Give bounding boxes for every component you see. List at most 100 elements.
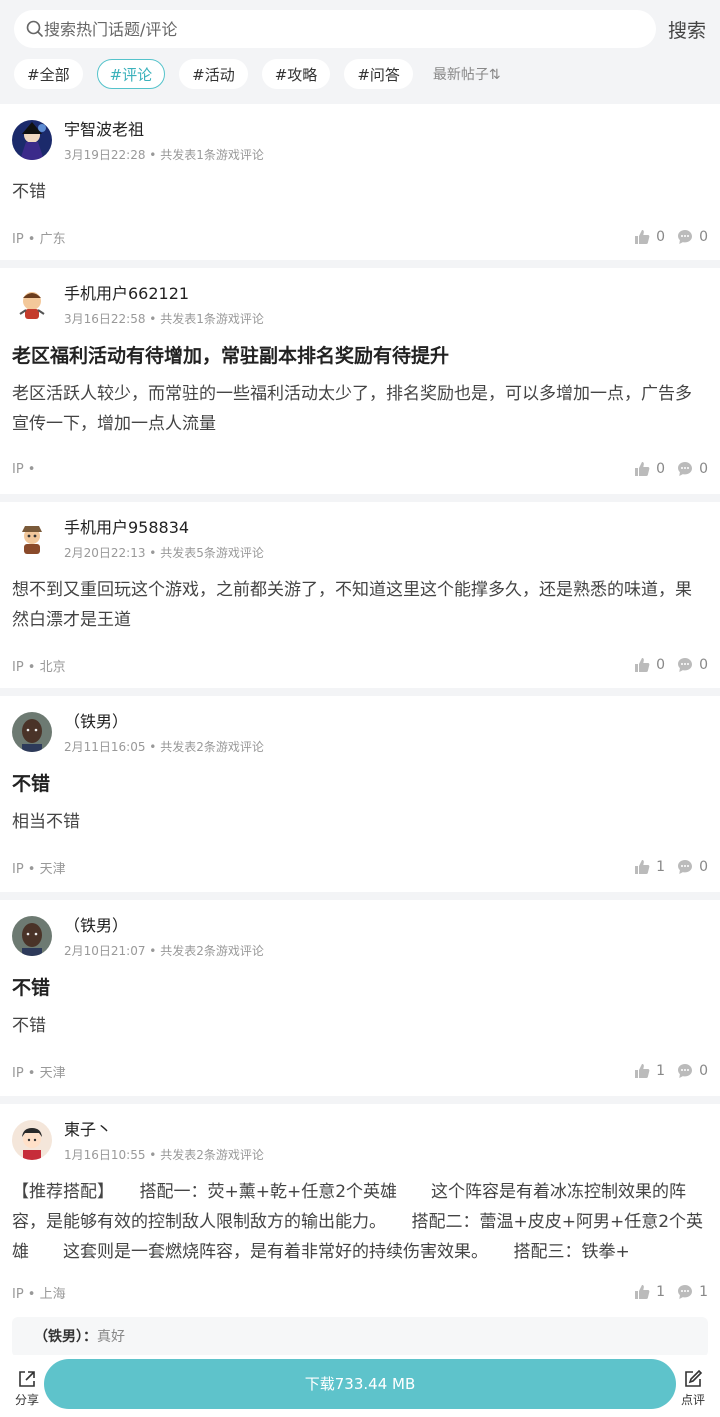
post-meta: 3月16日22:58 • 共发表1条游戏评论 <box>64 312 264 326</box>
photo-avatar-icon <box>12 712 52 752</box>
post-title: 不错 <box>12 977 51 999</box>
search-button[interactable]: 搜索 <box>668 16 706 43</box>
tag-all[interactable]: #全部 <box>14 59 83 89</box>
post-body: 不错 <box>12 1016 46 1036</box>
comment-button[interactable]: 0 <box>677 657 708 673</box>
tag-guide[interactable]: #攻略 <box>261 59 331 89</box>
comment-icon <box>678 1064 693 1078</box>
comment-icon <box>678 230 693 244</box>
comment-count: 0 <box>699 657 708 673</box>
search-box[interactable] <box>14 10 656 48</box>
like-button[interactable]: 0 <box>634 461 665 477</box>
like-button[interactable]: 1 <box>634 1284 665 1300</box>
username[interactable]: 宇智波老祖 <box>64 120 264 140</box>
post-body: 不错 <box>12 182 46 202</box>
thumbs-up-icon <box>635 860 650 874</box>
post-card[interactable]: 手机用户958834 2月20日22:13 • 共发表5条游戏评论 想不到又重回… <box>0 502 720 688</box>
like-count: 0 <box>656 229 666 245</box>
post-card[interactable]: （铁男） 2月10日21:07 • 共发表2条游戏评论 不错 不错 IP • 天… <box>0 900 720 1096</box>
tag-event[interactable]: #活动 <box>179 59 248 89</box>
thumbs-up-icon <box>635 230 650 244</box>
like-button[interactable]: 1 <box>634 1063 665 1079</box>
comment-button[interactable]: 0 <box>677 1063 708 1079</box>
post-card[interactable]: 手机用户662121 3月16日22:58 • 共发表1条游戏评论 老区福利活动… <box>0 268 720 494</box>
user-row: （铁男） 2月11日16:05 • 共发表2条游戏评论 <box>12 696 708 755</box>
share-icon <box>19 1371 35 1387</box>
sort-dropdown[interactable]: 最新帖子⇅ <box>433 64 501 84</box>
like-count: 1 <box>656 1284 666 1300</box>
like-button[interactable]: 0 <box>634 657 665 673</box>
comment-count: 0 <box>699 1063 708 1079</box>
thumbs-up-icon <box>635 658 650 672</box>
avatar[interactable] <box>12 120 52 160</box>
user-row: （铁男） 2月10日21:07 • 共发表2条游戏评论 <box>12 900 708 959</box>
post-footer: IP • 天津 1 0 <box>12 837 708 897</box>
like-button[interactable]: 1 <box>634 859 665 875</box>
cartoon-boy-avatar-icon <box>12 1120 52 1160</box>
ip-location: IP • 天津 <box>12 1065 66 1081</box>
post-title: 老区福利活动有待增加，常驻副本排名奖励有待提升 <box>12 345 450 367</box>
post-card[interactable]: 東子丶 1月16日10:55 • 共发表2条游戏评论 【推荐搭配】 搭配一：荧+… <box>0 1104 720 1364</box>
avatar[interactable] <box>12 916 52 956</box>
edit-icon <box>685 1369 703 1387</box>
like-count: 1 <box>656 1063 666 1079</box>
username[interactable]: 東子丶 <box>64 1120 264 1140</box>
tag-qa[interactable]: #问答 <box>344 59 413 89</box>
ip-location: IP • 天津 <box>12 861 66 877</box>
avatar[interactable] <box>12 712 52 752</box>
username[interactable]: 手机用户662121 <box>64 284 264 304</box>
post-meta: 3月19日22:28 • 共发表1条游戏评论 <box>64 148 264 162</box>
ip-location: IP • 广东 <box>12 231 66 247</box>
anime-avatar-icon <box>12 120 52 160</box>
post-card[interactable]: （铁男） 2月11日16:05 • 共发表2条游戏评论 不错 相当不错 IP •… <box>0 696 720 892</box>
ip-location: IP • 上海 <box>12 1286 66 1302</box>
share-label: 分享 <box>14 1393 39 1407</box>
comment-button[interactable]: 1 <box>677 1284 708 1300</box>
post-body: 【推荐搭配】 搭配一：荧+薰+乾+任意2个英雄 这个阵容是有着冰冻控制效果的阵容… <box>12 1182 704 1262</box>
comment-icon <box>678 860 693 874</box>
post-body: 相当不错 <box>12 812 80 832</box>
comment-icon <box>678 462 693 476</box>
username[interactable]: （铁男） <box>64 916 264 936</box>
comment-count: 0 <box>699 229 708 245</box>
download-button[interactable]: 下载733.44 MB <box>44 1359 676 1409</box>
like-count: 0 <box>656 461 666 477</box>
comment-button[interactable]: 0 <box>677 229 708 245</box>
avatar[interactable] <box>12 518 52 558</box>
post-meta: 2月10日21:07 • 共发表2条游戏评论 <box>64 944 264 958</box>
share-button[interactable]: 分享 <box>7 1369 47 1408</box>
comment-button[interactable]: 0 <box>677 859 708 875</box>
like-button[interactable]: 0 <box>634 229 665 245</box>
post-footer: IP • 广东 0 0 <box>12 207 708 267</box>
review-button[interactable]: 点评 <box>673 1369 713 1408</box>
review-label: 点评 <box>680 1393 705 1407</box>
post-card[interactable]: 宇智波老祖 3月19日22:28 • 共发表1条游戏评论 不错 IP • 广东 … <box>0 104 720 260</box>
post-footer: IP • 上海 1 1 <box>12 1267 708 1317</box>
post-title: 不错 <box>12 773 51 795</box>
ip-location: IP • 北京 <box>12 659 66 675</box>
search-icon <box>26 20 43 37</box>
search-row: 搜索 <box>14 10 708 48</box>
like-count: 0 <box>656 657 666 673</box>
user-row: 宇智波老祖 3月19日22:28 • 共发表1条游戏评论 <box>12 104 708 163</box>
reply-text: 真好 <box>97 1329 125 1345</box>
like-count: 1 <box>656 859 666 875</box>
tag-review[interactable]: #评论 <box>96 59 166 89</box>
comment-icon <box>678 1285 693 1299</box>
thumbs-up-icon <box>635 1064 650 1078</box>
cartoon-avatar-icon <box>12 518 52 558</box>
avatar[interactable] <box>12 284 52 324</box>
reply-preview[interactable]: （铁男）：真好 <box>12 1317 708 1357</box>
post-meta: 2月11日16:05 • 共发表2条游戏评论 <box>64 740 264 754</box>
post-body: 老区活跃人较少，而常驻的一些福利活动太少了，排名奖励也是，可以多增加一点，广告多… <box>12 384 692 434</box>
comment-button[interactable]: 0 <box>677 461 708 477</box>
ip-location: IP • <box>12 461 36 477</box>
search-input[interactable] <box>44 19 656 39</box>
username[interactable]: （铁男） <box>64 712 264 732</box>
post-body: 想不到又重回玩这个游戏，之前都关游了，不知道这里这个能撑多久，还是熟悉的味道，果… <box>12 580 692 630</box>
avatar[interactable] <box>12 1120 52 1160</box>
reply-author: （铁男）： <box>34 1329 97 1345</box>
username[interactable]: 手机用户958834 <box>64 518 264 538</box>
comment-count: 0 <box>699 461 708 477</box>
comment-icon <box>678 658 693 672</box>
